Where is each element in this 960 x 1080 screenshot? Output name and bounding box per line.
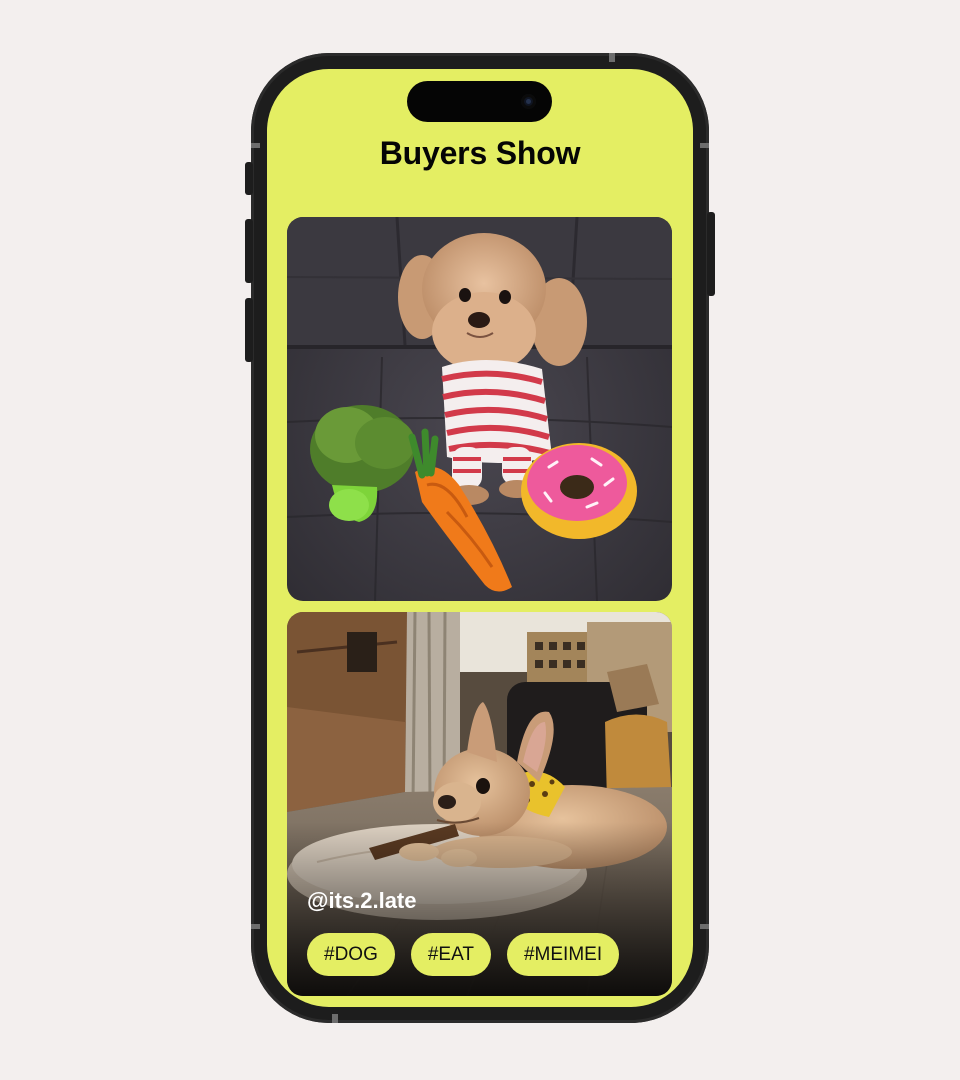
tag-list: #DOG #EAT #MEIMEI xyxy=(307,933,620,976)
tag-chip-eat[interactable]: #EAT xyxy=(410,933,491,976)
user-handle[interactable]: @its.2.late xyxy=(307,888,417,914)
antenna-band xyxy=(609,53,615,62)
volume-down-button xyxy=(245,298,253,362)
poodle-with-toys-photo xyxy=(287,217,672,601)
power-button xyxy=(707,212,715,296)
phone-screen: Buyers Show @its.2.late #DOG #EAT #MEIME… xyxy=(267,69,693,1007)
antenna-band xyxy=(332,1014,338,1023)
antenna-band xyxy=(700,924,709,929)
tag-chip-meimei[interactable]: #MEIMEI xyxy=(506,933,620,976)
page-title: Buyers Show xyxy=(379,135,581,171)
antenna-band xyxy=(251,924,260,929)
post-card[interactable] xyxy=(287,217,672,601)
tag-chip-dog[interactable]: #DOG xyxy=(307,933,395,976)
antenna-band xyxy=(251,143,260,148)
volume-up-button xyxy=(245,219,253,283)
front-camera-icon xyxy=(521,94,536,109)
antenna-band xyxy=(700,143,709,148)
dynamic-island xyxy=(407,81,552,122)
mute-switch xyxy=(245,162,253,195)
post-card[interactable]: @its.2.late #DOG #EAT #MEIMEI xyxy=(287,612,672,996)
